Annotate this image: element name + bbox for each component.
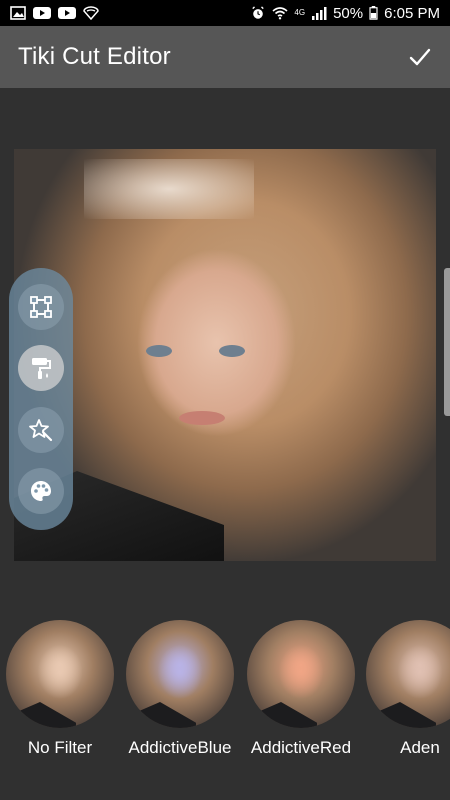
battery-icon <box>369 6 378 20</box>
battery-percent: 50% <box>333 4 364 22</box>
alarm-icon <box>252 6 265 19</box>
filter-label: AddictiveRed <box>250 738 352 757</box>
filter-label: No Filter <box>27 738 93 757</box>
paint-tool-button[interactable] <box>18 345 64 392</box>
palette-icon <box>31 481 51 502</box>
status-bar: 4G 50% 6:05 PM <box>0 0 450 26</box>
status-right: 4G 50% 6:05 PM <box>250 5 440 22</box>
filter-item[interactable]: AddictiveRed <box>245 620 357 758</box>
wifi-icon <box>272 7 288 20</box>
crop-tool-button[interactable] <box>18 283 64 330</box>
filter-item[interactable]: Aden <box>364 620 450 758</box>
network-type: 4G <box>294 8 306 17</box>
tool-panel <box>9 268 73 530</box>
filter-thumbnail[interactable] <box>366 620 450 728</box>
youtube-icon <box>58 7 76 19</box>
crop-icon <box>30 295 52 318</box>
filter-label: Aden <box>400 738 440 757</box>
filter-thumbnail[interactable] <box>6 620 114 728</box>
image-icon <box>10 6 26 20</box>
filter-strip[interactable]: No Filter AddictiveBlue AddictiveRed Aden <box>0 620 450 780</box>
scroll-handle[interactable] <box>444 268 450 416</box>
filter-label: AddictiveBlue <box>128 738 232 757</box>
paint-roller-icon <box>32 358 51 380</box>
edited-photo[interactable] <box>14 149 436 561</box>
filter-thumbnail[interactable] <box>126 620 234 728</box>
clock: 6:05 PM <box>384 4 440 22</box>
filter-thumbnail[interactable] <box>247 620 355 728</box>
check-icon <box>409 48 431 66</box>
shield-icon <box>83 6 99 20</box>
status-left <box>10 6 99 20</box>
app-title: Tiki Cut Editor <box>18 43 171 70</box>
editor-canvas[interactable] <box>0 88 450 608</box>
app-bar: Tiki Cut Editor <box>0 26 450 88</box>
youtube-icon <box>33 7 51 19</box>
magic-wand-icon <box>29 418 53 441</box>
palette-tool-button[interactable] <box>18 468 64 515</box>
magic-tool-button[interactable] <box>18 406 64 453</box>
confirm-button[interactable] <box>406 43 434 71</box>
filter-item[interactable]: No Filter <box>4 620 116 758</box>
filter-item[interactable]: AddictiveBlue <box>124 620 236 758</box>
signal-icon <box>312 7 327 20</box>
